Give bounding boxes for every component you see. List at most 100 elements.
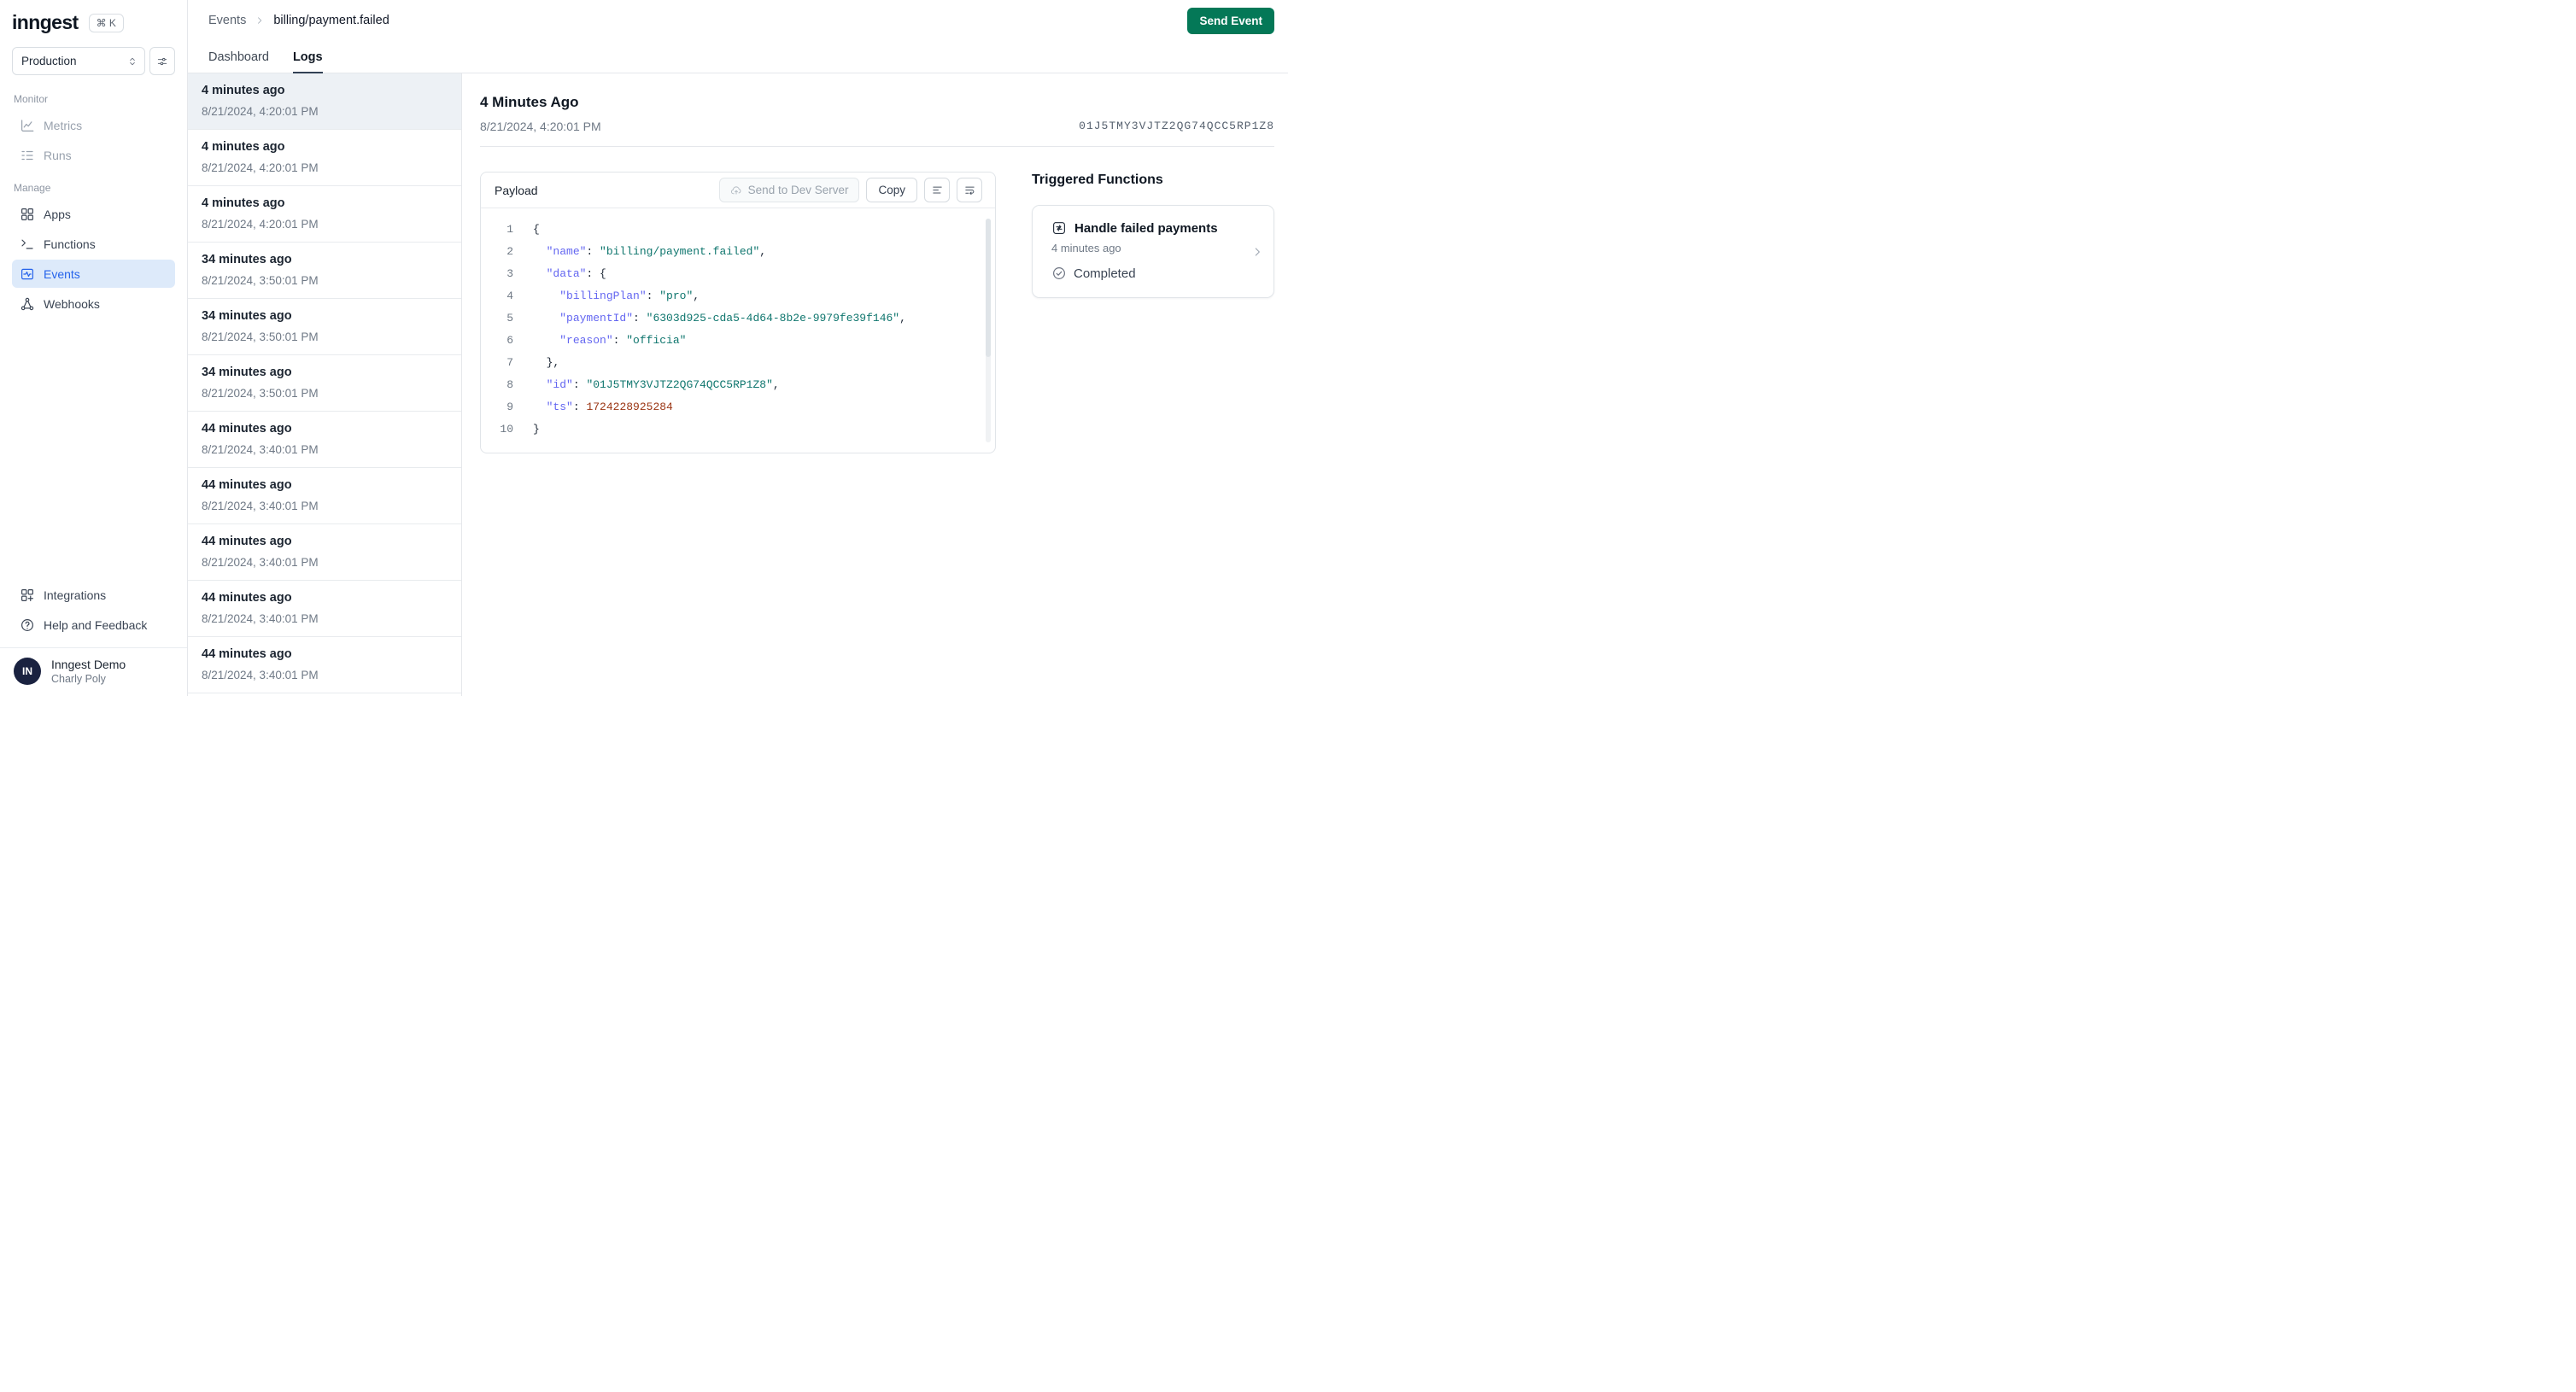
detail-header: 4 Minutes Ago 8/21/2024, 4:20:01 PM 01J5… xyxy=(480,94,1274,133)
function-status-label: Completed xyxy=(1074,266,1136,281)
send-event-button[interactable]: Send Event xyxy=(1187,7,1274,34)
sidebar-item-label: Help and Feedback xyxy=(44,617,148,632)
user-profile[interactable]: IN Inngest Demo Charly Poly xyxy=(0,647,187,696)
tab-dashboard[interactable]: Dashboard xyxy=(208,41,269,73)
event-item-timestamp: 8/21/2024, 4:20:01 PM xyxy=(202,218,319,231)
event-list-item[interactable]: 34 minutes ago 8/21/2024, 3:50:01 PM xyxy=(188,243,461,299)
payload-header: Payload Send to Dev Server Copy xyxy=(481,173,995,208)
code-line: 2 "name": "billing/payment.failed", xyxy=(481,241,980,263)
wrap-text-button[interactable] xyxy=(957,178,982,202)
payload-title: Payload xyxy=(495,183,538,197)
logo-row: inngest ⌘ K xyxy=(0,0,187,41)
sidebar-item-events[interactable]: Events xyxy=(12,260,175,288)
command-k-shortcut[interactable]: ⌘ K xyxy=(88,13,124,32)
event-item-timestamp: 8/21/2024, 4:20:01 PM xyxy=(202,105,319,118)
chevron-right-icon xyxy=(1250,245,1264,259)
environment-select[interactable]: Production xyxy=(12,47,145,75)
event-list-item[interactable]: 44 minutes ago 8/21/2024, 3:40:01 PM xyxy=(188,412,461,468)
event-list-item[interactable]: 4 minutes ago 8/21/2024, 4:20:01 PM xyxy=(188,186,461,243)
sidebar-item-runs[interactable]: Runs xyxy=(12,141,175,169)
runs-icon xyxy=(20,148,35,163)
environment-settings-button[interactable] xyxy=(149,47,175,75)
detail-body: Payload Send to Dev Server Copy 1 {2 "n… xyxy=(480,147,1274,453)
tabs: Dashboard Logs xyxy=(188,41,1288,73)
line-content: "id": "01J5TMY3VJTZ2QG74QCC5RP1Z8", xyxy=(546,378,780,391)
line-number: 6 xyxy=(506,334,513,347)
line-number: 2 xyxy=(506,245,513,258)
event-list-item[interactable]: 44 minutes ago 8/21/2024, 3:40:01 PM xyxy=(188,468,461,524)
triggered-functions-heading: Triggered Functions xyxy=(1032,173,1163,187)
tab-logs[interactable]: Logs xyxy=(292,41,323,73)
function-card[interactable]: Handle failed payments 4 minutes ago Com… xyxy=(1032,205,1274,298)
line-number: 4 xyxy=(506,290,513,302)
event-list-item[interactable]: about 1 hour ago xyxy=(188,693,461,696)
event-list-item[interactable]: 4 minutes ago 8/21/2024, 4:20:01 PM xyxy=(188,73,461,130)
copy-button[interactable]: Copy xyxy=(866,178,917,202)
code-scrollbar-thumb[interactable] xyxy=(986,219,991,358)
event-list-item[interactable]: 44 minutes ago 8/21/2024, 3:40:01 PM xyxy=(188,637,461,693)
send-to-dev-server-button[interactable]: Send to Dev Server xyxy=(718,178,860,202)
triggered-functions: Triggered Functions Handle failed paymen… xyxy=(1032,172,1274,298)
event-list-item[interactable]: 4 minutes ago 8/21/2024, 4:20:01 PM xyxy=(188,130,461,186)
content: 4 minutes ago 8/21/2024, 4:20:01 PM 4 minu… xyxy=(188,73,1288,696)
code-line: 6 "reason": "officia" xyxy=(481,330,980,352)
event-detail: 4 Minutes Ago 8/21/2024, 4:20:01 PM 01J5… xyxy=(462,73,1288,696)
events-icon xyxy=(20,266,35,282)
webhooks-icon xyxy=(20,296,35,312)
line-content: "name": "billing/payment.failed", xyxy=(546,245,767,258)
main: Events billing/payment.failed Send Event… xyxy=(188,0,1288,696)
event-item-title: 34 minutes ago xyxy=(202,309,292,323)
detail-title: 4 Minutes Ago xyxy=(480,94,579,110)
code-scrollbar[interactable] xyxy=(986,219,991,442)
line-content: "billingPlan": "pro", xyxy=(559,290,700,302)
environment-select-value: Production xyxy=(21,55,77,67)
sidebar: inngest ⌘ K Production Monitor Metrics Run… xyxy=(0,0,188,696)
code-line: 7 }, xyxy=(481,352,980,374)
event-item-timestamp: 8/21/2024, 4:20:01 PM xyxy=(202,161,319,174)
sliders-icon xyxy=(156,56,168,67)
line-content: { xyxy=(533,223,540,236)
sidebar-item-help-and-feedback[interactable]: Help and Feedback xyxy=(12,611,175,639)
event-list-item[interactable]: 44 minutes ago 8/21/2024, 3:40:01 PM xyxy=(188,524,461,581)
line-number: 5 xyxy=(506,312,513,325)
app: inngest ⌘ K Production Monitor Metrics Run… xyxy=(0,0,1288,696)
event-list-item[interactable]: 34 minutes ago 8/21/2024, 3:50:01 PM xyxy=(188,355,461,412)
code-line: 4 "billingPlan": "pro", xyxy=(481,285,980,307)
sidebar-item-integrations[interactable]: Integrations xyxy=(12,581,175,609)
sidebar-item-webhooks[interactable]: Webhooks xyxy=(12,290,175,318)
inngest-logo: inngest xyxy=(12,11,79,33)
check-circle-icon xyxy=(1051,266,1067,281)
line-content: }, xyxy=(533,356,560,369)
event-item-title: 4 minutes ago xyxy=(202,84,285,97)
code-line: 5 "paymentId": "6303d925-cda5-4d64-8b2e-… xyxy=(481,307,980,330)
sidebar-item-metrics[interactable]: Metrics xyxy=(12,111,175,139)
sidebar-footer: Integrations Help and Feedback IN Inngest… xyxy=(0,579,187,696)
event-item-title: 44 minutes ago xyxy=(202,478,292,492)
event-list-item[interactable]: 34 minutes ago 8/21/2024, 3:50:01 PM xyxy=(188,299,461,355)
detail-header-left: 4 Minutes Ago 8/21/2024, 4:20:01 PM xyxy=(480,94,601,133)
sidebar-item-functions[interactable]: Functions xyxy=(12,230,175,258)
event-item-timestamp: 8/21/2024, 3:50:01 PM xyxy=(202,330,319,343)
line-number: 3 xyxy=(506,267,513,280)
payload-card: Payload Send to Dev Server Copy 1 {2 "n… xyxy=(480,172,996,453)
event-list-item[interactable]: 44 minutes ago 8/21/2024, 3:40:01 PM xyxy=(188,581,461,637)
align-left-icon xyxy=(931,184,944,196)
function-status: Completed xyxy=(1051,266,1244,281)
function-badge-icon xyxy=(1051,220,1067,236)
breadcrumb: Events billing/payment.failed xyxy=(208,14,389,27)
function-time: 4 minutes ago xyxy=(1051,242,1121,254)
send-to-dev-server-label: Send to Dev Server xyxy=(747,184,849,196)
line-content: "ts": 1724228925284 xyxy=(546,401,673,413)
event-item-timestamp: 8/21/2024, 3:40:01 PM xyxy=(202,443,319,456)
line-number: 1 xyxy=(506,223,513,236)
event-item-timestamp: 8/21/2024, 3:40:01 PM xyxy=(202,669,319,681)
chevron-up-down-icon xyxy=(126,56,138,67)
wrap-text-icon xyxy=(963,184,976,196)
sidebar-item-apps[interactable]: Apps xyxy=(12,200,175,228)
user-info: Inngest Demo Charly Poly xyxy=(51,658,126,685)
event-item-timestamp: 8/21/2024, 3:40:01 PM xyxy=(202,612,319,625)
integrations-icon xyxy=(20,588,35,603)
breadcrumb-events-link[interactable]: Events xyxy=(208,14,246,27)
function-title-row: Handle failed payments xyxy=(1051,220,1244,236)
align-left-button[interactable] xyxy=(924,178,950,202)
